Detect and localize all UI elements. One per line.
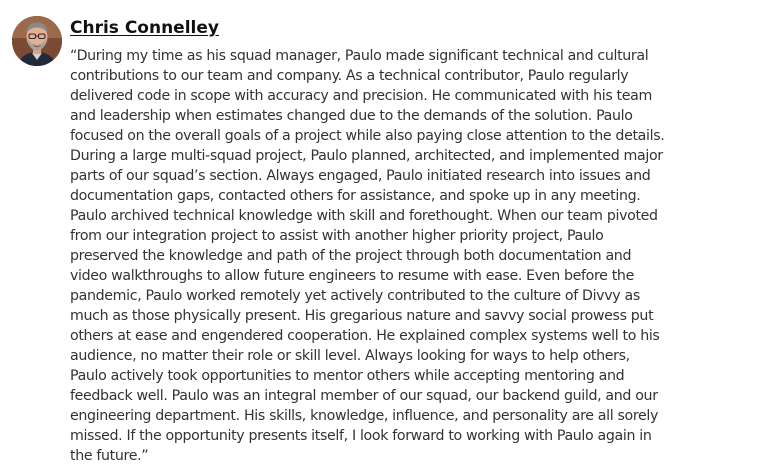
quote-line: much as those physically present. His gr… (70, 308, 654, 324)
quote-line: contributions to our team and company. A… (70, 68, 629, 84)
quote-line: documentation gaps, contacted others for… (70, 188, 641, 204)
recommendation-quote: “During my time as his squad manager, Pa… (70, 46, 754, 466)
quote-line: others at ease and engendered cooperatio… (70, 328, 660, 344)
author-name-link[interactable]: Chris Connelley (70, 15, 219, 41)
recommendation-card: Chris Connelley “During my time as his s… (0, 0, 758, 475)
quote-line: Paulo archived technical knowledge with … (70, 208, 658, 224)
quote-line: “During my time as his squad manager, Pa… (70, 48, 649, 64)
quote-line: pandemic, Paulo worked remotely yet acti… (70, 288, 640, 304)
quote-line: missed. If the opportunity presents itse… (70, 428, 652, 444)
quote-line: engineering department. His skills, know… (70, 408, 659, 424)
quote-line: feedback well. Paulo was an integral mem… (70, 388, 658, 404)
quote-line: During a large multi-squad project, Paul… (70, 148, 663, 164)
quote-line: audience, no matter their role or skill … (70, 348, 630, 364)
quote-line: focused on the overall goals of a projec… (70, 128, 665, 144)
quote-line: delivered code in scope with accuracy an… (70, 88, 652, 104)
quote-line: from our integration project to assist w… (70, 228, 604, 244)
quote-line: preserved the knowledge and path of the … (70, 248, 632, 264)
quote-line: and leadership when estimates changed du… (70, 108, 633, 124)
quote-line: video walkthroughs to allow future engin… (70, 268, 634, 284)
quote-line: the future.” (70, 448, 149, 464)
person-photo-icon (12, 16, 62, 66)
author-avatar[interactable] (12, 16, 62, 66)
quote-line: Paulo actively took opportunities to men… (70, 368, 625, 384)
quote-line: parts of our squad’s section. Always eng… (70, 168, 651, 184)
